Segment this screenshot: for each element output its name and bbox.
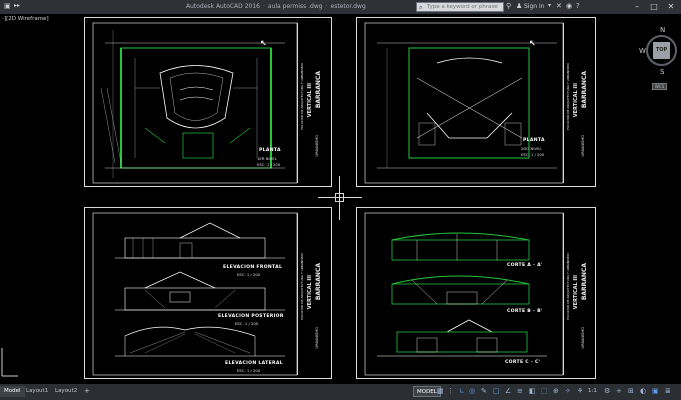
units-icon[interactable]: ⊞ [628, 387, 634, 396]
title-block: FACULTAD DE ARQUITECTURA Y URBANISMO VER… [563, 23, 591, 183]
section-a-caption: CORTE A - A' [507, 263, 543, 268]
section-b-caption: CORTE B - B' [507, 309, 543, 314]
viewport-controls-label[interactable]: -][2D Wireframe] [2, 16, 49, 22]
auto-scale-icon[interactable]: ⚘ [577, 387, 583, 396]
plan-level: 1ER NIVEL [257, 156, 277, 161]
isodraft-icon[interactable]: ✎ [481, 387, 487, 396]
sheet-elevaciones: ELEVACION FRONTAL ESC. 1 / 200 ELEVACION… [84, 207, 332, 379]
user-icon[interactable]: ♟ [516, 2, 522, 10]
annotation-monitor-icon[interactable]: + [616, 387, 622, 396]
svg-text:↖: ↖ [529, 39, 536, 48]
sections-drawing [364, 212, 564, 376]
title-block: FACULTAD DE ARQUITECTURA Y URBANISMO VER… [297, 23, 325, 183]
floor-plan-1-drawing: ↖ [92, 22, 298, 184]
binoculars-icon[interactable]: ⚲ [506, 2, 511, 10]
sign-in-button[interactable]: Sign In [524, 3, 545, 10]
polar-icon[interactable]: ◎ [469, 387, 475, 396]
status-bar: Model Layout1 Layout2 + MODEL ▦ ⋮ ∟ ◎ ✎ … [0, 384, 681, 400]
search-box[interactable]: ⌕ [416, 2, 504, 12]
elevation-posterior-caption: ELEVACION POSTERIOR [218, 314, 284, 319]
title-bar: ▣ ▸▸ Autodesk AutoCAD 2016 · aula permiss … [0, 0, 681, 14]
elevation-frontal-caption: ELEVACION FRONTAL [223, 265, 283, 270]
section-c-caption: CORTE C - C' [505, 360, 541, 365]
dropdown-arrow-icon[interactable]: ▾ [548, 2, 551, 9]
tab-layout2[interactable]: Layout2 [51, 386, 81, 397]
object-tracking-icon[interactable]: ∠ [505, 387, 511, 396]
grid-icon[interactable]: ▦ [437, 387, 444, 396]
annotation-scale[interactable]: 1:1 [588, 388, 597, 394]
sheet-cortes: CORTE A - A' CORTE B - B' CORTE C - C' F… [356, 207, 596, 379]
window-title: Autodesk AutoCAD 2016 · aula permiss .dwg ·… [186, 3, 366, 10]
3d-osnap-icon[interactable]: ⊕ [553, 387, 559, 396]
plan-caption: PLANTA [523, 138, 545, 143]
elevations-drawing [92, 212, 298, 376]
autodesk-a360-icon[interactable]: ◉ [566, 2, 572, 10]
add-layout-button[interactable]: + [80, 386, 94, 397]
maximize-icon[interactable]: □ [647, 0, 661, 14]
title-block: FACULTAD DE ARQUITECTURA Y URBANISMO VER… [297, 213, 325, 375]
tab-layout1[interactable]: Layout1 [22, 386, 52, 397]
search-input[interactable] [427, 3, 503, 11]
object-snap-icon[interactable]: □ [493, 387, 500, 396]
ucs-icon [1, 348, 18, 377]
exchange-icon[interactable]: ✕ [556, 2, 562, 10]
ortho-icon[interactable]: ∟ [459, 387, 465, 396]
workspace-gear-icon[interactable]: ⚙ [604, 387, 610, 396]
viewcube-top-face[interactable]: TOP [653, 42, 670, 59]
selection-cycling-icon[interactable]: ⬚ [541, 387, 548, 396]
title-block: FACULTAD DE ARQUITECTURA Y URBANISMO VER… [563, 213, 591, 375]
plan-scale: ESC. 1 / 200 [521, 152, 545, 157]
floor-plan-2-drawing: ↖ [364, 22, 564, 184]
customization-menu-icon[interactable]: ≣ [665, 387, 671, 396]
snap-icon[interactable]: ⋮ [447, 387, 454, 396]
sheet-planta-1: ↖ PLANTA 1ER NIVEL ESC. 1 / 200 FACULTAD… [84, 17, 332, 187]
annotation-visibility-icon[interactable]: ✧ [565, 387, 571, 396]
lineweight-icon[interactable]: ≡ [517, 387, 523, 396]
isolate-objects-icon[interactable]: ◐ [640, 387, 646, 396]
search-icon: ⌕ [419, 4, 423, 11]
plan-caption: PLANTA [259, 148, 281, 153]
transparency-icon[interactable]: ◧ [529, 387, 536, 396]
minimize-icon[interactable]: – [630, 0, 644, 14]
tab-model[interactable]: Model [0, 386, 25, 397]
app-menu-icon[interactable]: ▣ [4, 2, 11, 10]
viewcube[interactable]: N W S TOP WCS [636, 26, 677, 92]
hardware-acceleration-icon[interactable]: ▣ [652, 387, 659, 396]
quick-access-icons[interactable]: ▸▸ [14, 2, 20, 9]
help-icon[interactable]: ? [576, 2, 580, 10]
wcs-menu[interactable]: WCS [652, 83, 667, 90]
elevation-lateral-scale: ESC. 1 / 200 [237, 368, 261, 373]
autocad-window: ▣ ▸▸ Autodesk AutoCAD 2016 · aula permiss … [0, 0, 681, 400]
sheet-planta-2: ↖ PLANTA 2DO NIVEL ESC. 1 / 200 FACULTAD… [356, 17, 596, 187]
plan-scale: ESC. 1 / 200 [257, 162, 281, 167]
elevation-lateral-caption: ELEVACION LATERAL [225, 361, 283, 366]
svg-text:↖: ↖ [260, 39, 267, 48]
elevation-frontal-scale: ESC. 1 / 200 [237, 272, 261, 277]
plan-level: 2DO NIVEL [521, 146, 542, 151]
cursor-crosshair [318, 176, 362, 220]
elevation-posterior-scale: ESC. 1 / 200 [235, 321, 259, 326]
close-icon[interactable]: ✕ [664, 0, 678, 14]
